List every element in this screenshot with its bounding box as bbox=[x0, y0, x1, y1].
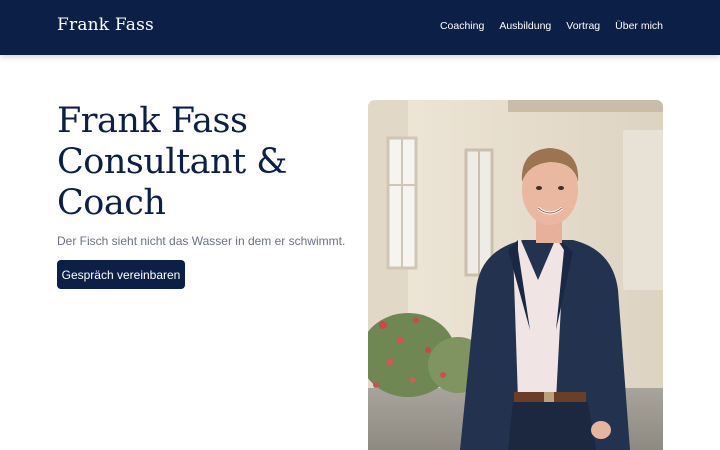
hero-title-line-1: Frank Fass bbox=[57, 101, 248, 141]
hero-title: Frank Fass Consultant & Coach bbox=[57, 101, 347, 224]
nav-item-coaching[interactable]: Coaching bbox=[440, 20, 484, 32]
brand-logo[interactable]: Frank Fass bbox=[57, 15, 154, 35]
nav-item-ueber-mich[interactable]: Über mich bbox=[615, 20, 663, 32]
navbar: Frank Fass Coaching Ausbildung Vortrag Ü… bbox=[0, 0, 720, 55]
nav-item-vortrag[interactable]: Vortrag bbox=[566, 20, 600, 32]
hero-tagline: Der Fisch sieht nicht das Wasser in dem … bbox=[57, 234, 346, 248]
portrait-photo bbox=[368, 100, 663, 450]
nav-item-ausbildung[interactable]: Ausbildung bbox=[499, 20, 551, 32]
hero-title-line-2: Consultant & bbox=[57, 142, 287, 182]
main-nav: Coaching Ausbildung Vortrag Über mich bbox=[440, 20, 663, 32]
hero-title-line-3: Coach bbox=[57, 183, 166, 223]
book-conversation-button[interactable]: Gespräch vereinbaren bbox=[57, 260, 185, 289]
